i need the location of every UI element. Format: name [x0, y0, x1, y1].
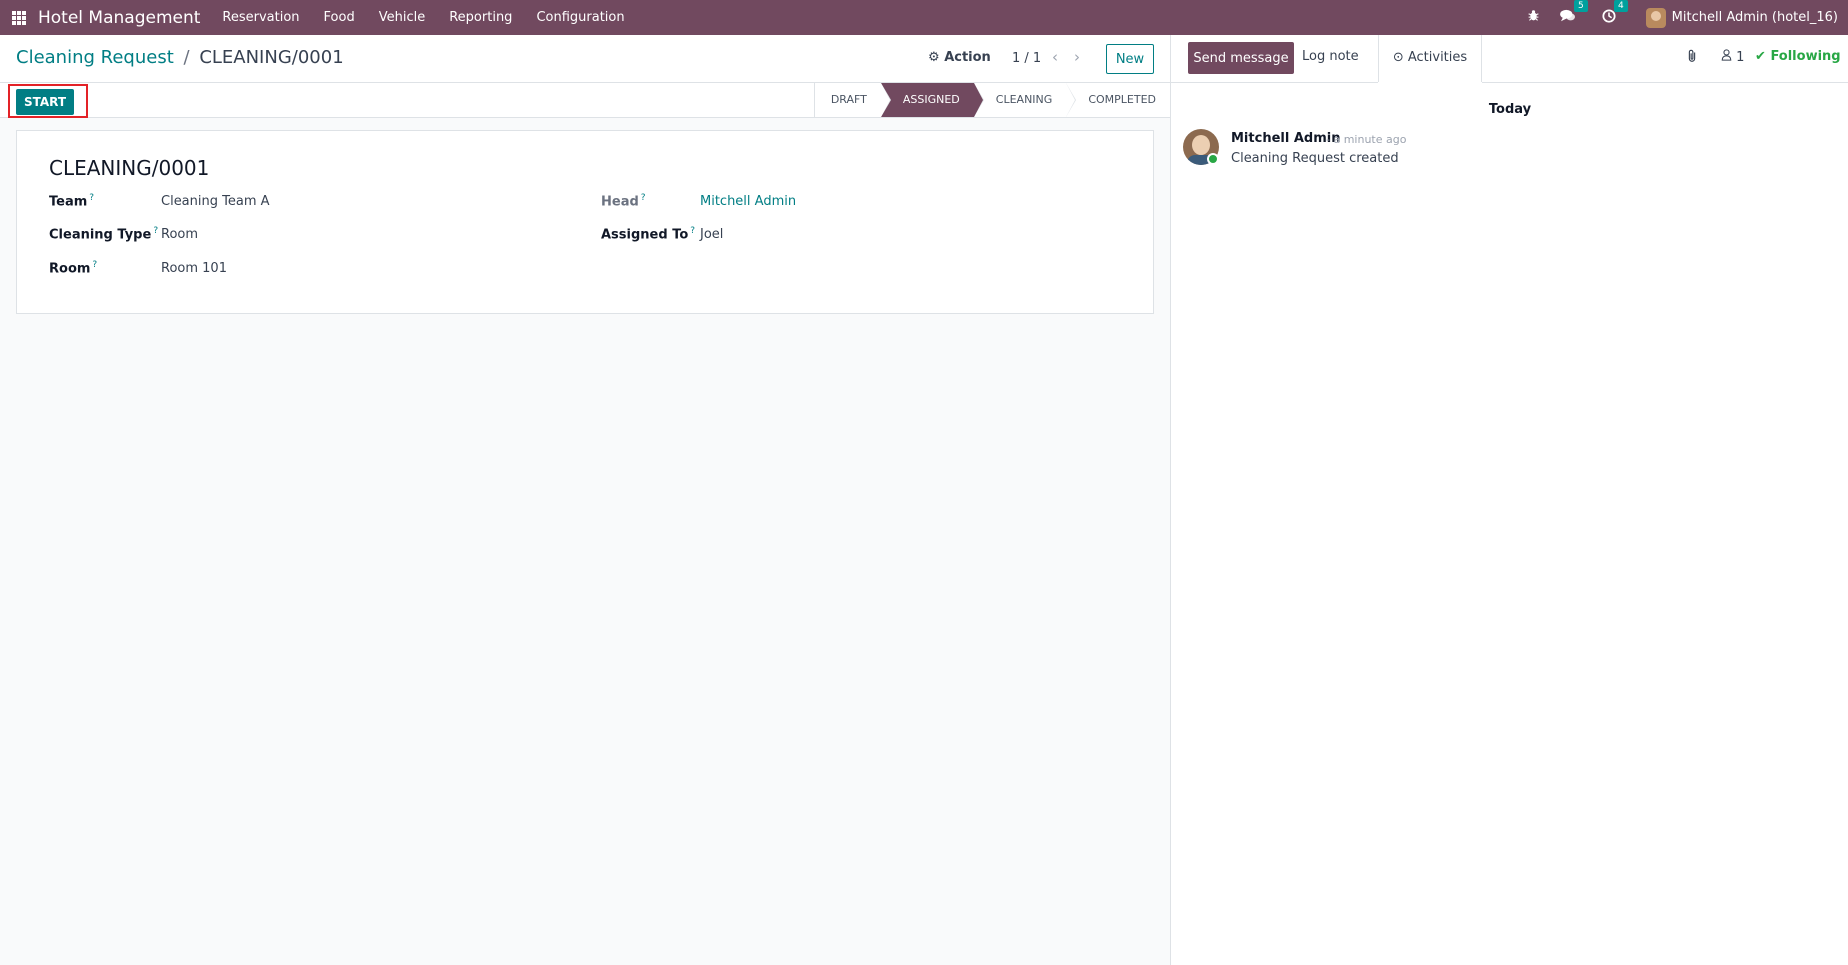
following-label: Following — [1770, 49, 1841, 64]
action-menu-button[interactable]: ⚙ Action — [928, 50, 991, 65]
apps-menu-icon[interactable] — [12, 10, 26, 25]
action-label: Action — [944, 50, 991, 65]
room-field[interactable]: Room 101 — [161, 261, 227, 276]
paperclip-icon[interactable] — [1686, 49, 1698, 67]
assigned-to-field[interactable]: Joel — [700, 227, 723, 242]
followers-count: 1 — [1736, 50, 1745, 65]
clock-icon: ⊙ — [1392, 50, 1404, 65]
user-icon — [1721, 49, 1736, 65]
menu-food[interactable]: Food — [324, 10, 355, 25]
stage-draft[interactable]: DRAFT — [813, 83, 891, 117]
activities-button[interactable]: ⊙ Activities — [1378, 35, 1482, 82]
room-label: Room? — [49, 260, 98, 277]
cleaning-type-label: Cleaning Type? — [49, 226, 159, 243]
breadcrumb-separator: / — [183, 47, 190, 68]
activities-clock-icon[interactable]: 4 — [1602, 0, 1628, 27]
stage-cleaning[interactable]: CLEANING — [973, 83, 1076, 117]
message-author[interactable]: Mitchell Admin — [1231, 131, 1340, 146]
message-timestamp: - a minute ago — [1326, 133, 1407, 146]
form-sheet: CLEANING/0001 Team? Cleaning Team A Clea… — [16, 130, 1154, 314]
breadcrumb-current: CLEANING/0001 — [199, 47, 344, 68]
pager-next-icon[interactable]: › — [1074, 48, 1080, 66]
send-message-button[interactable]: Send message — [1188, 42, 1294, 74]
breadcrumb-parent[interactable]: Cleaning Request — [16, 47, 174, 68]
head-field[interactable]: Mitchell Admin — [700, 194, 796, 209]
messages-badge: 5 — [1573, 0, 1588, 12]
user-menu[interactable]: Mitchell Admin (hotel_16) — [1672, 10, 1838, 25]
start-button[interactable]: START — [16, 89, 74, 115]
chatter-divider — [1171, 82, 1378, 83]
breadcrumb: Cleaning Request / CLEANING/0001 — [16, 47, 344, 68]
cleaning-type-field[interactable]: Room — [161, 227, 198, 242]
bug-icon[interactable] — [1527, 9, 1540, 26]
chatter-divider — [1482, 82, 1848, 83]
menu-reporting[interactable]: Reporting — [449, 10, 512, 25]
user-avatar[interactable] — [1645, 7, 1666, 28]
followers-button[interactable]: 1 — [1721, 49, 1744, 65]
navbar-systray: 5 4 Mitchell Admin (hotel_16) — [1507, 0, 1838, 35]
head-label: Head? — [601, 193, 646, 210]
team-field[interactable]: Cleaning Team A — [161, 194, 270, 209]
online-status-icon — [1207, 153, 1219, 165]
room-help-icon[interactable]: ? — [92, 260, 97, 270]
top-navbar: Hotel Management Reservation Food Vehicl… — [0, 0, 1848, 35]
stage-pipeline: DRAFT ASSIGNED CLEANING COMPLETED — [813, 83, 1170, 117]
following-button[interactable]: ✔ Following — [1755, 49, 1841, 64]
stage-completed[interactable]: COMPLETED — [1066, 83, 1170, 117]
message-body: Cleaning Request created — [1231, 151, 1399, 166]
menu-reservation[interactable]: Reservation — [222, 10, 299, 25]
assigned-to-label: Assigned To? — [601, 226, 696, 243]
pager-value[interactable]: 1 / 1 — [1012, 51, 1041, 66]
menu-configuration[interactable]: Configuration — [536, 10, 624, 25]
chatter-topbar: Send message Log note ⊙ Activities 1 ✔ F… — [1171, 35, 1848, 82]
date-separator: Today — [1488, 102, 1532, 117]
log-note-button[interactable]: Log note — [1302, 49, 1359, 64]
control-panel: Cleaning Request / CLEANING/0001 ⚙ Actio… — [0, 35, 1170, 83]
check-icon: ✔ — [1755, 49, 1766, 64]
messages-icon[interactable]: 5 — [1559, 0, 1588, 27]
cleaning-type-help-icon[interactable]: ? — [153, 226, 158, 236]
menu-vehicle[interactable]: Vehicle — [379, 10, 426, 25]
gear-icon: ⚙ — [928, 50, 940, 65]
chatter-panel: Send message Log note ⊙ Activities 1 ✔ F… — [1170, 35, 1848, 965]
head-help-icon[interactable]: ? — [641, 193, 646, 203]
record-title: CLEANING/0001 — [49, 156, 210, 180]
activities-badge: 4 — [1613, 0, 1628, 12]
app-brand[interactable]: Hotel Management — [38, 8, 200, 28]
statusbar: START DRAFT ASSIGNED CLEANING COMPLETED — [0, 83, 1170, 118]
pager-previous-icon[interactable]: ‹ — [1052, 48, 1058, 66]
activities-label: Activities — [1407, 50, 1468, 65]
team-label: Team? — [49, 193, 95, 210]
team-help-icon[interactable]: ? — [89, 193, 94, 203]
assigned-to-help-icon[interactable]: ? — [690, 226, 695, 236]
stage-assigned[interactable]: ASSIGNED — [880, 83, 984, 117]
new-button[interactable]: New — [1106, 44, 1154, 74]
